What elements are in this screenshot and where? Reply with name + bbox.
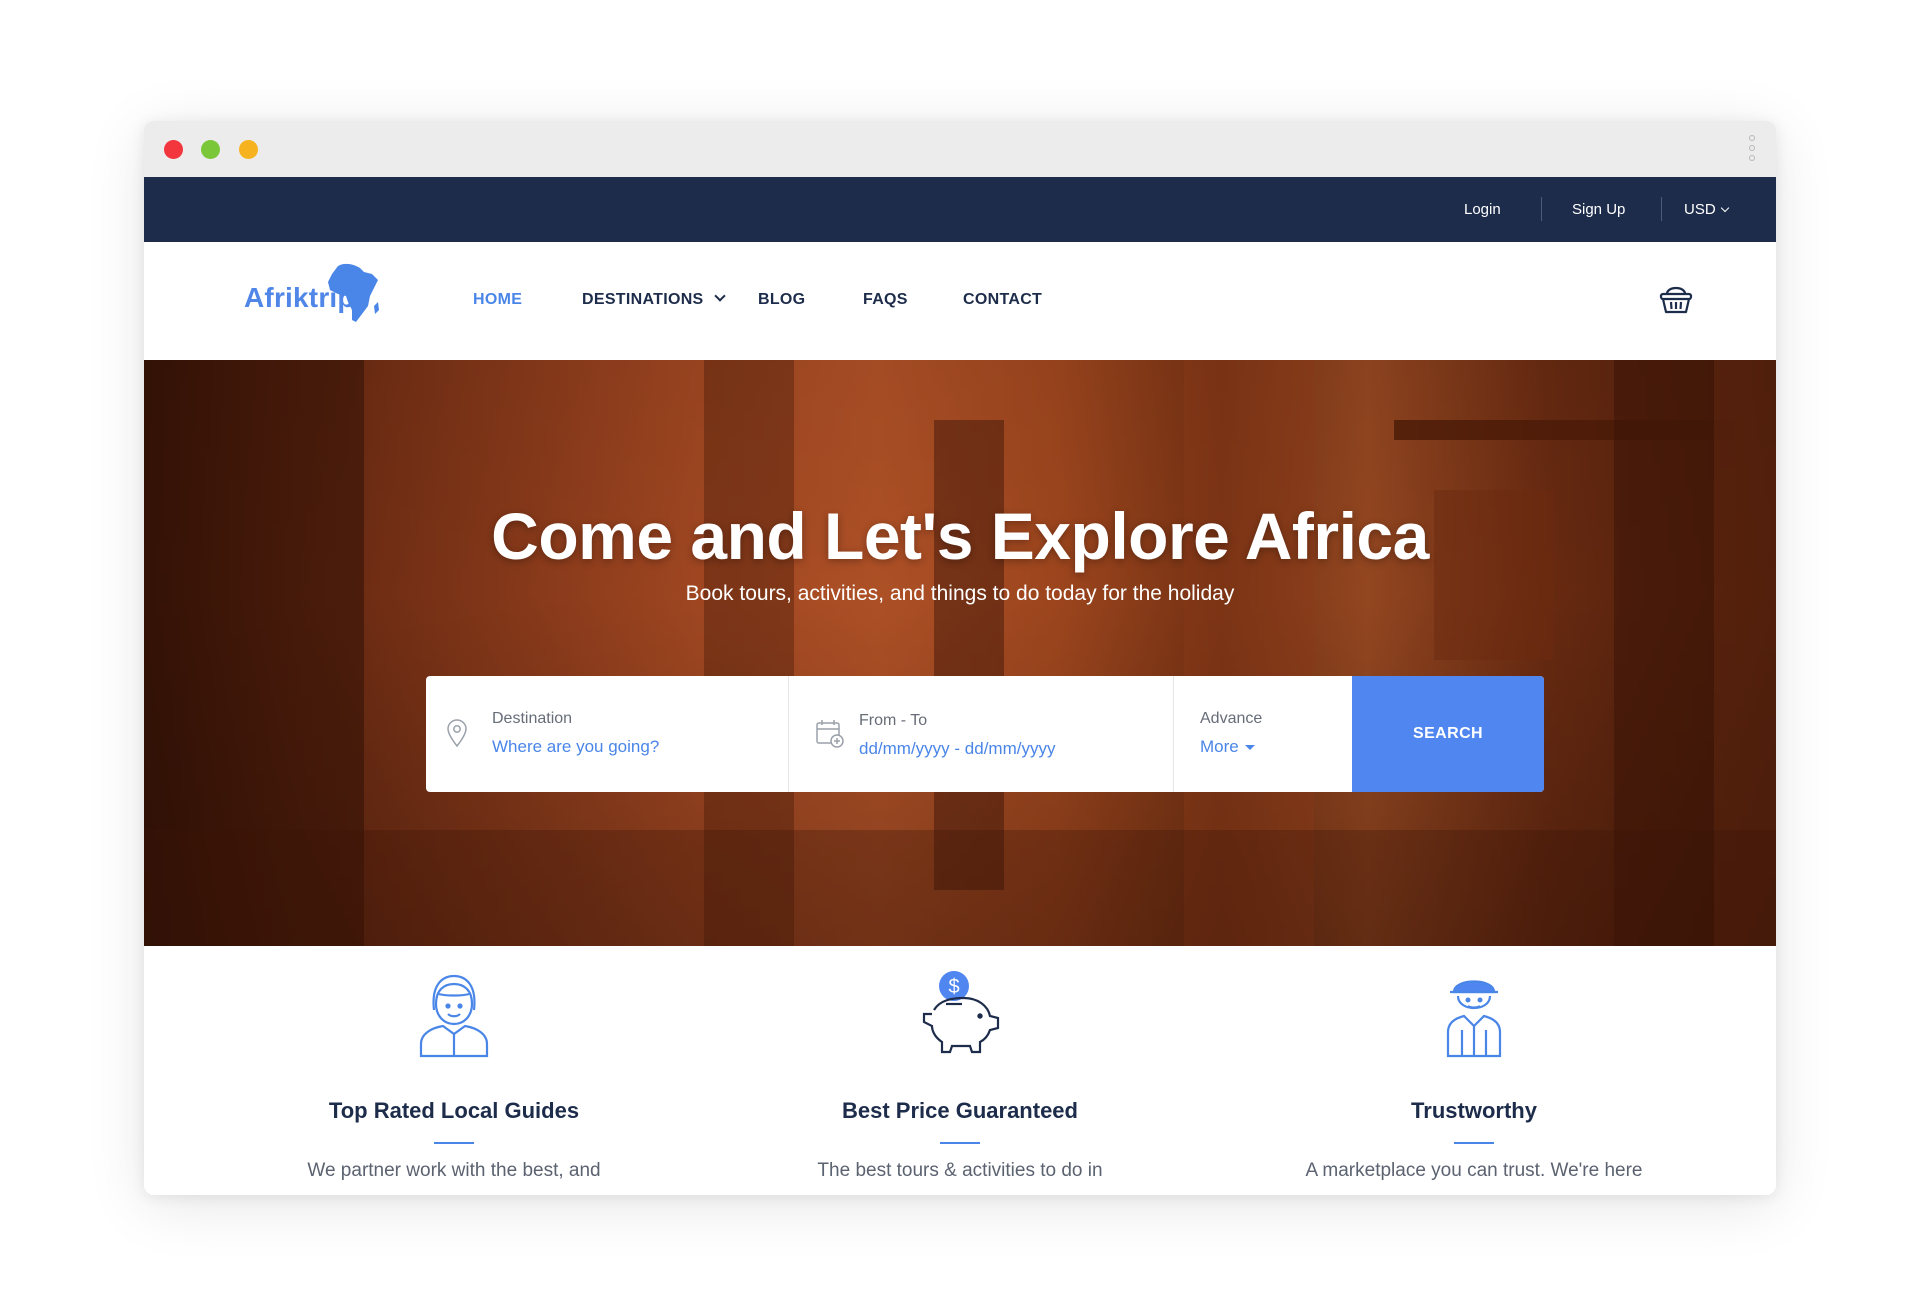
- main-navbar: Afriktrip HOME DESTINATIONS BLOG FAQS CO…: [144, 242, 1776, 360]
- search-button[interactable]: SEARCH: [1352, 676, 1544, 792]
- maximize-window-button[interactable]: [239, 140, 258, 159]
- login-link[interactable]: Login: [1464, 201, 1501, 218]
- divider: [1541, 197, 1542, 221]
- advance-label: Advance: [1200, 710, 1263, 727]
- currency-selector[interactable]: USD: [1684, 201, 1729, 218]
- feature-description: We partner work with the best, and: [307, 1160, 601, 1181]
- browser-chrome: [144, 121, 1776, 177]
- map-pin-icon: [447, 719, 467, 748]
- caret-down-icon: [1244, 745, 1255, 750]
- advance-more-dropdown[interactable]: More: [1200, 737, 1255, 757]
- site-logo[interactable]: Afriktrip: [244, 262, 384, 322]
- close-window-button[interactable]: [164, 140, 183, 159]
- feature-description: The best tours & activities to do in: [817, 1160, 1103, 1181]
- hero-background-image: [144, 360, 1776, 946]
- divider: [1661, 197, 1662, 221]
- destination-input[interactable]: Where are you going?: [492, 737, 659, 757]
- feature-description: A marketplace you can trust. We're here: [1305, 1160, 1643, 1181]
- browser-menu-icon[interactable]: [1748, 135, 1756, 165]
- dates-label: From - To: [859, 712, 928, 729]
- search-form: Destination Where are you going? From - …: [426, 676, 1544, 792]
- minimize-window-button[interactable]: [201, 140, 220, 159]
- browser-window: Login Sign Up USD Afriktrip HOME DESTINA…: [144, 121, 1776, 1195]
- advance-field[interactable]: Advance More: [1174, 676, 1352, 792]
- dates-field[interactable]: From - To dd/mm/yyyy - dd/mm/yyyy: [789, 676, 1173, 792]
- feature-title: Top Rated Local Guides: [328, 1098, 580, 1123]
- trustworthy-worker-icon: [1446, 980, 1502, 1058]
- hero-subtitle: Book tours, activities, and things to do…: [685, 582, 1235, 605]
- top-bar: Login Sign Up USD: [144, 177, 1776, 242]
- hero-title: Come and Let's Explore Africa: [491, 499, 1429, 573]
- nav-blog[interactable]: BLOG: [758, 291, 805, 309]
- chevron-down-icon: [1720, 203, 1729, 213]
- advance-more-label: More: [1200, 737, 1239, 756]
- signup-link[interactable]: Sign Up: [1572, 201, 1625, 218]
- basket-icon[interactable]: [1658, 280, 1694, 321]
- dates-input[interactable]: dd/mm/yyyy - dd/mm/yyyy: [859, 739, 1055, 759]
- destination-label: Destination: [492, 710, 573, 727]
- destination-field[interactable]: Destination Where are you going?: [426, 676, 788, 792]
- nav-home[interactable]: HOME: [473, 291, 522, 309]
- title-underline: [1454, 1142, 1494, 1144]
- svg-text:$: $: [948, 976, 959, 998]
- local-guide-icon: [419, 974, 489, 1058]
- title-underline: [434, 1142, 474, 1144]
- nav-destinations[interactable]: DESTINATIONS: [582, 290, 726, 309]
- title-underline: [940, 1142, 980, 1144]
- features-section: Top Rated Local Guides We partner work w…: [144, 946, 1776, 1195]
- currency-label: USD: [1684, 201, 1716, 218]
- feature-title: Trustworthy: [1411, 1098, 1537, 1123]
- africa-map-icon: [328, 263, 379, 322]
- calendar-add-icon: [816, 720, 844, 748]
- chevron-down-icon: [713, 290, 726, 302]
- nav-destinations-label: DESTINATIONS: [582, 291, 704, 308]
- nav-contact[interactable]: CONTACT: [963, 291, 1042, 309]
- hero-section: Come and Let's Explore Africa Book tours…: [144, 360, 1776, 946]
- feature-title: Best Price Guaranteed: [842, 1098, 1078, 1123]
- nav-faqs[interactable]: FAQS: [863, 291, 908, 309]
- piggy-bank-icon: $: [922, 971, 1000, 1054]
